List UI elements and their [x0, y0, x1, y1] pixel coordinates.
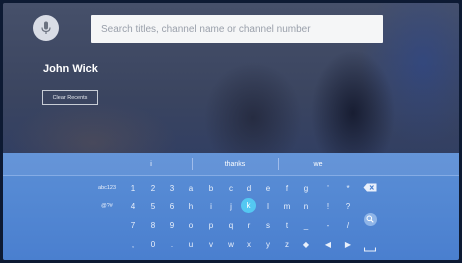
- keyboard-key[interactable]: 3: [164, 180, 180, 196]
- keyboard-key[interactable]: ?: [340, 198, 356, 214]
- keyboard-key[interactable]: ◆: [298, 236, 314, 252]
- suggestion-item[interactable]: we: [287, 153, 349, 175]
- keyboard-key[interactable]: 4: [125, 198, 141, 214]
- search-icon: [366, 215, 374, 223]
- keyboard-key[interactable]: 8: [145, 217, 161, 233]
- keyboard-key[interactable]: s: [260, 217, 276, 233]
- keyboard-key[interactable]: f: [279, 180, 295, 196]
- keyboard-key[interactable]: l: [260, 198, 276, 214]
- keyboard-key[interactable]: n: [298, 198, 314, 214]
- keyboard-key[interactable]: z: [279, 236, 295, 252]
- keyboard-key[interactable]: q: [223, 217, 239, 233]
- keyboard-mode-key[interactable]: abc123: [95, 180, 119, 196]
- keyboard-key[interactable]: b: [203, 180, 219, 196]
- keyboard-key[interactable]: v: [203, 236, 219, 252]
- keyboard-key[interactable]: 1: [125, 180, 141, 196]
- keyboard-mode-key[interactable]: @?#: [95, 198, 119, 214]
- keyboard-key[interactable]: /: [340, 217, 356, 233]
- keyboard-key[interactable]: u: [183, 236, 199, 252]
- keyboard-key[interactable]: w: [223, 236, 239, 252]
- recent-search-title[interactable]: John Wick: [43, 63, 98, 75]
- keyboard-key[interactable]: 9: [164, 217, 180, 233]
- search-key-bg: [363, 212, 377, 226]
- microphone-icon: [41, 21, 51, 34]
- keyboard-key[interactable]: _: [298, 217, 314, 233]
- space-key[interactable]: [362, 241, 378, 257]
- keyboard-key[interactable]: 5: [145, 198, 161, 214]
- keyboard-key[interactable]: d: [241, 180, 257, 196]
- keyboard-key[interactable]: ,: [125, 236, 141, 252]
- keyboard-key[interactable]: c: [223, 180, 239, 196]
- keyboard-key[interactable]: h: [183, 198, 199, 214]
- search-input[interactable]: Search titles, channel name or channel n…: [91, 15, 383, 43]
- suggestion-bar: i thanks we: [3, 153, 459, 176]
- keyboard-key[interactable]: 0: [145, 236, 161, 252]
- keyboard-key[interactable]: i: [203, 198, 219, 214]
- backspace-icon: [363, 183, 377, 191]
- keyboard-key[interactable]: 6: [164, 198, 180, 214]
- keyboard-key[interactable]: y: [260, 236, 276, 252]
- keyboard-key[interactable]: k: [241, 198, 256, 213]
- keyboard-key[interactable]: !: [320, 198, 336, 214]
- keyboard-key[interactable]: m: [279, 198, 295, 214]
- voice-search-button[interactable]: [33, 15, 59, 41]
- keyboard-key[interactable]: p: [203, 217, 219, 233]
- suggestion-item[interactable]: i: [120, 153, 182, 175]
- divider: [192, 158, 193, 170]
- keyboard-key[interactable]: x: [241, 236, 257, 252]
- screen: Search titles, channel name or channel n…: [3, 3, 459, 260]
- space-icon: [364, 247, 376, 252]
- keyboard-key[interactable]: .: [164, 236, 180, 252]
- keyboard-key[interactable]: ◀: [320, 236, 336, 252]
- keyboard-key[interactable]: t: [279, 217, 295, 233]
- keyboard-key[interactable]: ': [320, 180, 336, 196]
- keyboard-key[interactable]: 7: [125, 217, 141, 233]
- keyboard-key[interactable]: e: [260, 180, 276, 196]
- backspace-key[interactable]: [362, 179, 378, 195]
- keyboard-key[interactable]: *: [340, 180, 356, 196]
- divider: [278, 158, 279, 170]
- suggestion-item[interactable]: thanks: [204, 153, 266, 175]
- keyboard-key[interactable]: -: [320, 217, 336, 233]
- keyboard-key[interactable]: o: [183, 217, 199, 233]
- keyboard-key[interactable]: r: [241, 217, 257, 233]
- keyboard-key[interactable]: 2: [145, 180, 161, 196]
- search-key[interactable]: [362, 211, 378, 227]
- search-placeholder: Search titles, channel name or channel n…: [101, 23, 311, 35]
- keyboard-key[interactable]: j: [223, 198, 239, 214]
- clear-recents-button[interactable]: Clear Recents: [42, 90, 98, 105]
- keyboard-key[interactable]: a: [183, 180, 199, 196]
- keyboard-key[interactable]: g: [298, 180, 314, 196]
- on-screen-keyboard: i thanks we abc123 @?# 1 2 3 a b c d e f g ' * 4 5 6 h i j k…: [3, 153, 459, 260]
- keyboard-key[interactable]: ▶: [340, 236, 356, 252]
